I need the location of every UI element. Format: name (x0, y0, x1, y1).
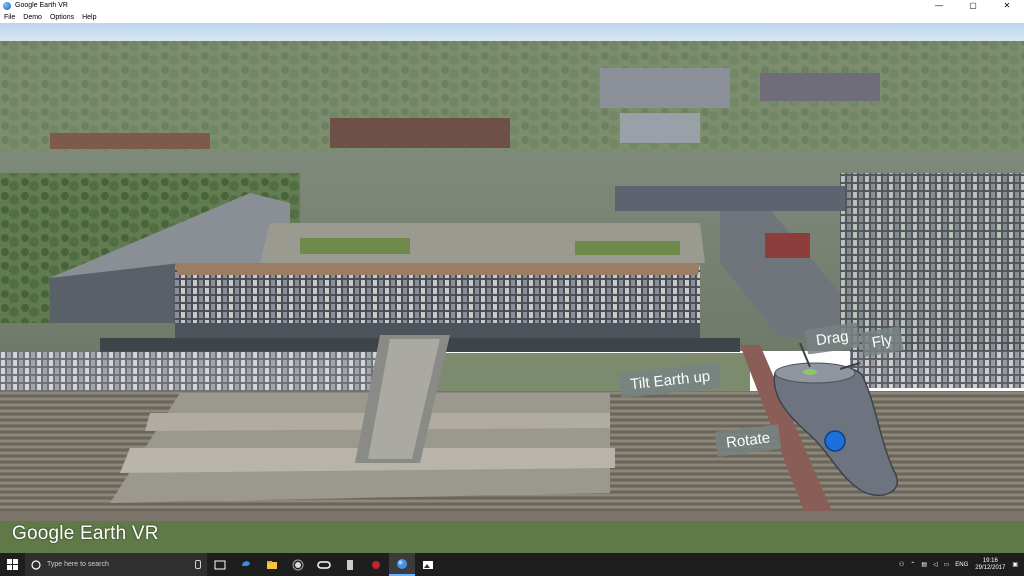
clock-time: 19:16 (982, 557, 998, 564)
start-button[interactable] (0, 553, 25, 576)
edge-icon[interactable] (233, 553, 259, 576)
menu-bar: File Demo Options Help (0, 11, 1024, 23)
file-explorer-icon[interactable] (259, 553, 285, 576)
notifications-icon[interactable]: ▣ (1012, 561, 1018, 568)
maximize-button[interactable]: ▢ (956, 0, 990, 11)
volume-icon[interactable]: ◁ (933, 561, 938, 568)
app-icon-3[interactable] (363, 553, 389, 576)
menu-options[interactable]: Options (46, 14, 78, 21)
menu-demo[interactable]: Demo (19, 14, 46, 21)
windows-icon (7, 559, 18, 570)
clock[interactable]: 19:16 29/12/2017 (975, 558, 1005, 572)
title-bar: Google Earth VR — ▢ ✕ (0, 0, 1024, 11)
cortana-icon (31, 559, 41, 570)
google-earth-app-icon (3, 1, 11, 10)
window-title: Google Earth VR (15, 2, 68, 9)
google-earth-vr-logo: Google Earth VR (12, 523, 159, 544)
battery-icon[interactable]: ▭ (944, 561, 950, 568)
app-icon-1[interactable] (285, 553, 311, 576)
window-controls: — ▢ ✕ (922, 0, 1024, 11)
close-button[interactable]: ✕ (990, 0, 1024, 11)
clock-date: 29/12/2017 (975, 564, 1006, 571)
system-tray: ⚇ ⌃ ▤ ◁ ▭ ENG 19:16 29/12/2017 ▣ (896, 553, 1024, 576)
microphone-icon[interactable] (195, 560, 201, 569)
menu-file[interactable]: File (0, 14, 19, 21)
minimize-button[interactable]: — (922, 0, 956, 11)
show-hidden-icons[interactable]: ⌃ (910, 561, 915, 568)
aerial-scene (0, 23, 1024, 553)
oculus-icon[interactable] (311, 553, 337, 576)
task-view-icon[interactable] (207, 553, 233, 576)
google-earth-vr-taskbar-icon[interactable] (389, 553, 415, 576)
people-icon[interactable]: ⚇ (899, 561, 904, 568)
network-icon[interactable]: ▤ (921, 561, 927, 568)
taskbar-search[interactable]: Type here to search (25, 553, 207, 576)
taskbar: Type here to search ⚇ ⌃ ▤ ◁ ▭ ENG 19:16 … (0, 553, 1024, 576)
search-placeholder: Type here to search (47, 561, 109, 568)
photos-icon[interactable] (415, 553, 441, 576)
vr-viewport[interactable]: Drag Fly Tilt Earth up Rotate Google Ear… (0, 23, 1024, 553)
language-indicator[interactable]: ENG (955, 562, 968, 568)
menu-help[interactable]: Help (78, 14, 100, 21)
app-icon-2[interactable] (337, 553, 363, 576)
